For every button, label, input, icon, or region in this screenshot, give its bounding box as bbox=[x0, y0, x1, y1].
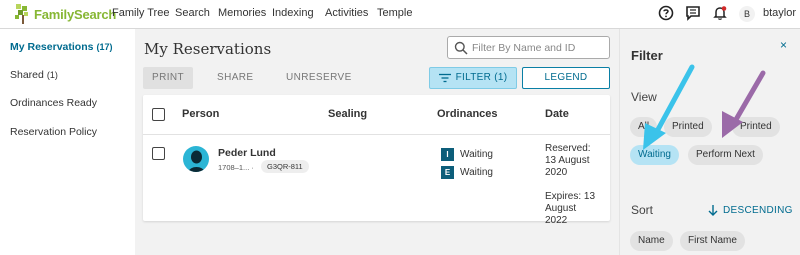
sidebar-item-label: Ordinances Ready bbox=[10, 97, 97, 109]
sidebar: My Reservations (17) Shared (1) Ordinances… bbox=[0, 29, 135, 255]
person-name[interactable]: Peder Lund bbox=[218, 147, 276, 159]
ordinance-status: Waiting bbox=[460, 167, 493, 178]
page-title: My Reservations bbox=[144, 40, 272, 58]
username[interactable]: btaylor bbox=[763, 7, 796, 19]
person-id-badge[interactable]: G3QR-811 bbox=[261, 160, 309, 173]
nav-indexing[interactable]: Indexing bbox=[272, 7, 314, 19]
legend-button[interactable]: LEGEND bbox=[522, 67, 610, 89]
sort-direction-label: DESCENDING bbox=[723, 205, 793, 216]
sidebar-item-ordinances-ready[interactable]: Ordinances Ready bbox=[10, 97, 97, 109]
nav-temple[interactable]: Temple bbox=[377, 7, 412, 19]
sort-chip-name[interactable]: Name bbox=[630, 231, 673, 251]
sort-chip-first-name[interactable]: First Name bbox=[680, 231, 745, 251]
sidebar-item-count: (17) bbox=[96, 42, 113, 52]
sidebar-item-label: Reservation Policy bbox=[10, 126, 97, 138]
search-input[interactable] bbox=[472, 40, 606, 56]
column-header-date[interactable]: Date bbox=[545, 108, 569, 120]
sort-section-label: Sort bbox=[631, 203, 654, 217]
tree-logo-icon bbox=[15, 4, 28, 24]
nav-search[interactable]: Search bbox=[175, 7, 210, 19]
arrow-down-icon bbox=[708, 205, 718, 216]
column-header-person[interactable]: Person bbox=[182, 108, 219, 120]
search-icon bbox=[454, 41, 468, 55]
view-chip-waiting[interactable]: Waiting bbox=[630, 145, 679, 165]
sort-direction-toggle[interactable]: DESCENDING bbox=[708, 205, 793, 216]
person-silhouette-icon bbox=[188, 150, 205, 172]
sidebar-item-count: (1) bbox=[46, 70, 58, 80]
help-icon[interactable] bbox=[658, 5, 674, 21]
sidebar-item-shared[interactable]: Shared (1) bbox=[10, 69, 58, 81]
unreserve-button[interactable]: UNRESERVE bbox=[286, 67, 352, 89]
main-content: My Reservations PRINT SHARE UNRESERVE FI… bbox=[135, 29, 619, 255]
ordinance-endowment-badge: E bbox=[441, 166, 454, 179]
sidebar-item-reservation-policy[interactable]: Reservation Policy bbox=[10, 126, 97, 138]
user-avatar[interactable]: B bbox=[739, 6, 755, 22]
nav-family-tree[interactable]: Family Tree bbox=[112, 7, 169, 19]
filter-panel-title: Filter bbox=[631, 48, 663, 63]
person-avatar[interactable] bbox=[183, 146, 209, 172]
column-header-sealing[interactable]: Sealing bbox=[328, 108, 367, 120]
view-chip-perform-next[interactable]: Perform Next bbox=[688, 145, 763, 165]
logo-text: FamilySearch bbox=[34, 6, 117, 22]
familysearch-logo[interactable]: FamilySearch bbox=[14, 2, 116, 26]
filter-button-label: FILTER (1) bbox=[455, 72, 508, 83]
select-all-checkbox[interactable] bbox=[152, 108, 165, 121]
filter-lines-icon bbox=[438, 73, 451, 83]
person-lifespan: 1708–1... · bbox=[218, 163, 254, 172]
top-navigation: FamilySearch Family Tree Search Memories… bbox=[0, 0, 800, 29]
share-button[interactable]: SHARE bbox=[217, 67, 253, 89]
nav-activities[interactable]: Activities bbox=[325, 7, 368, 19]
view-section-label: View bbox=[631, 90, 657, 104]
reservation-dates: Reserved: 13 August 2020 Expires: 13 Aug… bbox=[545, 143, 596, 226]
view-chip-all[interactable]: All bbox=[630, 117, 658, 137]
search-box[interactable] bbox=[447, 36, 610, 59]
nav-memories[interactable]: Memories bbox=[218, 7, 266, 19]
sidebar-item-my-reservations[interactable]: My Reservations (17) bbox=[10, 41, 112, 53]
sidebar-item-label: My Reservations bbox=[10, 41, 94, 53]
filter-panel: Filter × View All Printed Printed Waitin… bbox=[619, 29, 800, 255]
ordinance-status: Waiting bbox=[460, 149, 493, 160]
close-filter-icon[interactable]: × bbox=[780, 38, 787, 52]
filter-button[interactable]: FILTER (1) bbox=[429, 67, 517, 89]
column-header-ordinances[interactable]: Ordinances bbox=[437, 108, 498, 120]
reservations-table: Person Sealing Ordinances Date Peder Lun… bbox=[143, 95, 610, 226]
table-header: Person Sealing Ordinances Date bbox=[143, 95, 610, 135]
messages-icon[interactable] bbox=[685, 5, 701, 21]
view-chip-printed[interactable]: Printed bbox=[664, 117, 712, 137]
print-button[interactable]: PRINT bbox=[143, 67, 193, 89]
sidebar-item-label: Shared bbox=[10, 69, 44, 81]
notifications-bell-icon[interactable] bbox=[712, 5, 728, 21]
row-checkbox[interactable] bbox=[152, 147, 165, 160]
ordinance-initiatory-badge: I bbox=[441, 148, 454, 161]
view-chip-not-printed[interactable]: Printed bbox=[732, 117, 780, 137]
